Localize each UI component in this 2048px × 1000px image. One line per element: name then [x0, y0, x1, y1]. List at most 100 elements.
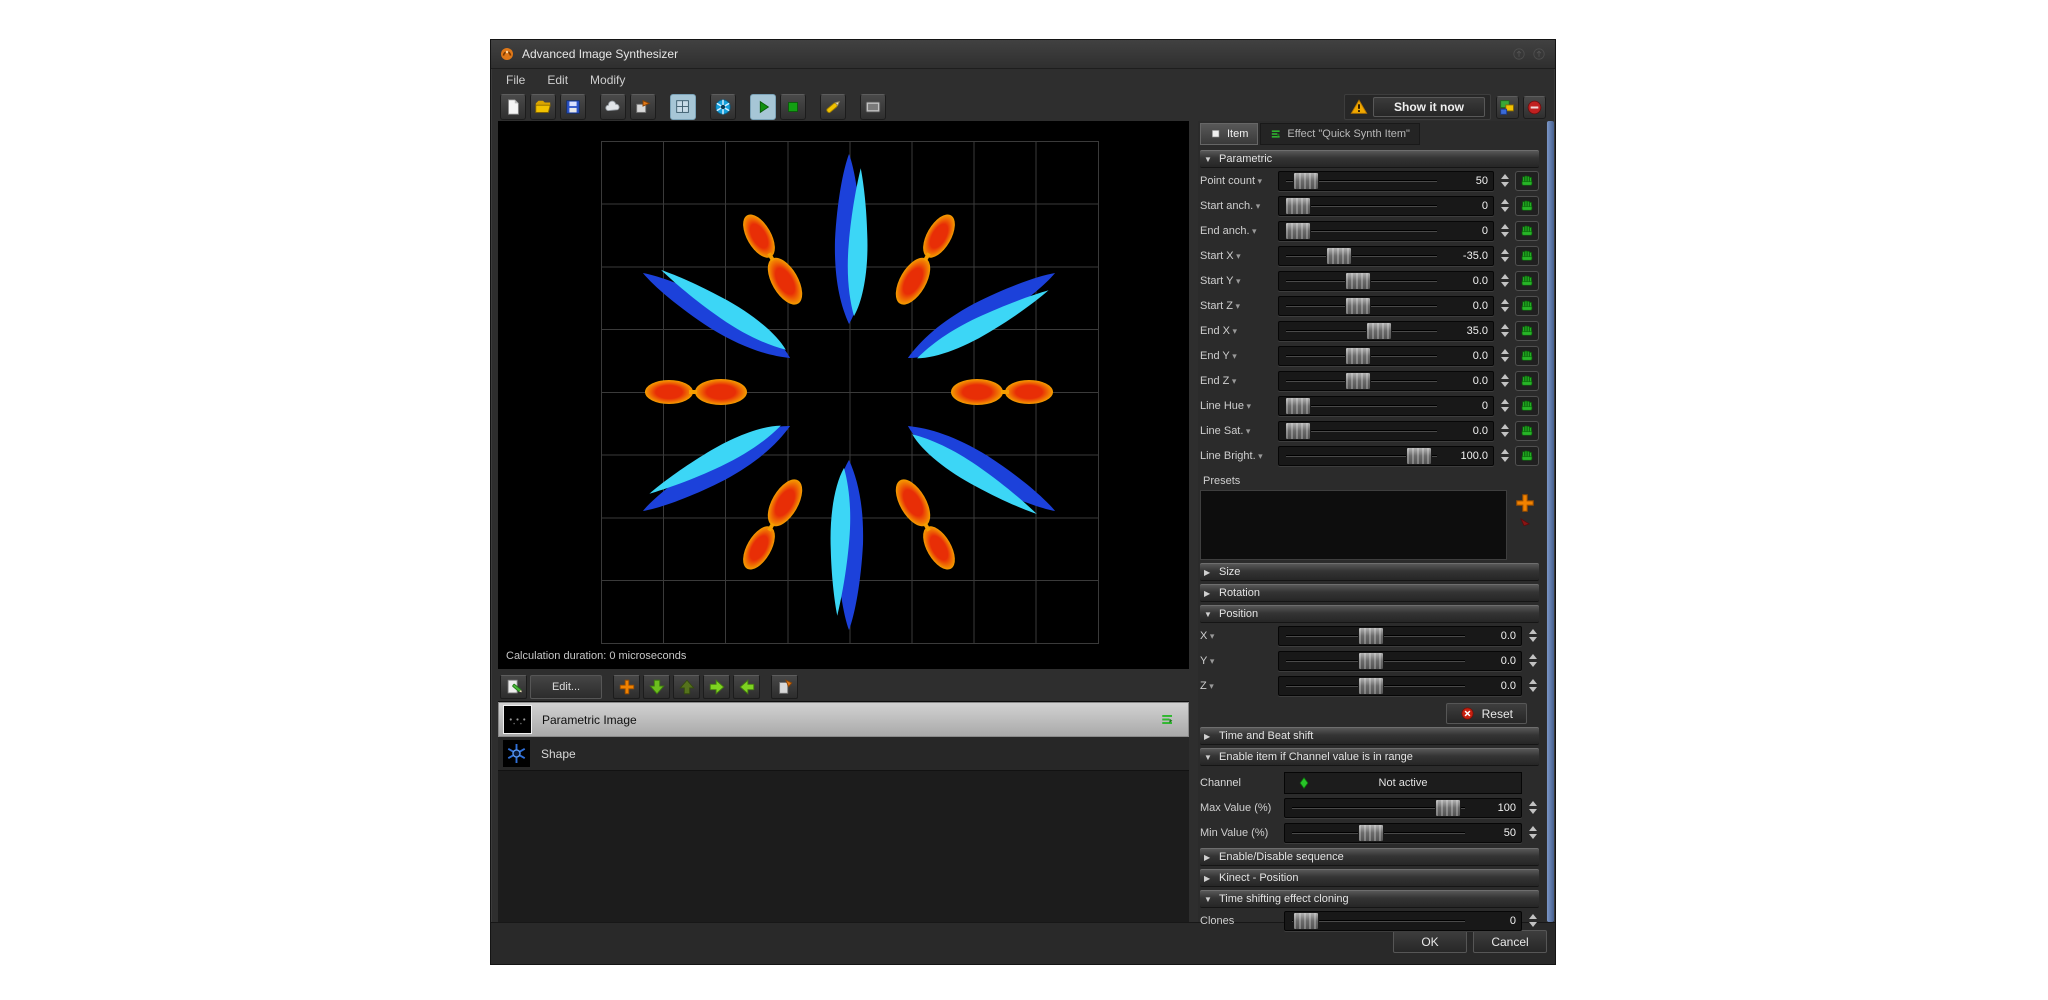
slider-handle[interactable]: [1345, 347, 1371, 365]
section-header-rotation[interactable]: ▶Rotation: [1200, 584, 1539, 602]
line-sat-label[interactable]: Line Sat.: [1200, 425, 1274, 437]
slider-handle[interactable]: [1293, 912, 1319, 930]
spinner-up-icon[interactable]: [1501, 174, 1509, 179]
end-z-value[interactable]: 0.0: [1444, 375, 1493, 387]
spinner-up-icon[interactable]: [1529, 801, 1537, 806]
section-header-position[interactable]: ▼Position: [1200, 605, 1539, 623]
reset-button[interactable]: Reset: [1446, 703, 1527, 724]
section-header-parametric[interactable]: ▼Parametric: [1200, 150, 1539, 168]
slider-handle[interactable]: [1366, 322, 1392, 340]
move-up-button[interactable]: [673, 675, 700, 699]
start-x-value[interactable]: -35.0: [1444, 250, 1493, 262]
section-header-enable-disable[interactable]: ▶Enable/Disable sequence: [1200, 848, 1539, 866]
screen-button[interactable]: [860, 94, 886, 120]
spinner-down-icon[interactable]: [1501, 357, 1509, 362]
value-spinner[interactable]: [1526, 654, 1539, 667]
menu-modify[interactable]: Modify: [579, 71, 636, 89]
slider-track[interactable]: [1279, 447, 1444, 465]
spinner-down-icon[interactable]: [1501, 232, 1509, 237]
value-spinner[interactable]: [1498, 249, 1511, 262]
spinner-down-icon[interactable]: [1529, 922, 1537, 927]
value-spinner[interactable]: [1526, 826, 1539, 839]
end-anch-slider[interactable]: 0: [1278, 221, 1494, 241]
spinner-down-icon[interactable]: [1501, 307, 1509, 312]
value-spinner[interactable]: [1498, 399, 1511, 412]
cancel-button[interactable]: Cancel: [1473, 930, 1547, 953]
spinner-up-icon[interactable]: [1501, 324, 1509, 329]
slider-handle[interactable]: [1358, 627, 1384, 645]
spinner-up-icon[interactable]: [1501, 299, 1509, 304]
z-value[interactable]: 0.0: [1472, 680, 1521, 692]
slider-track[interactable]: [1279, 422, 1444, 440]
title-bar[interactable]: Advanced Image Synthesizer: [491, 40, 1555, 69]
grid-view-button[interactable]: [670, 94, 696, 120]
end-x-value[interactable]: 35.0: [1444, 325, 1493, 337]
value-spinner[interactable]: [1498, 324, 1511, 337]
live-control-button[interactable]: [1515, 421, 1539, 441]
slider-track[interactable]: [1279, 172, 1444, 190]
menu-edit[interactable]: Edit: [536, 71, 579, 89]
y-slider[interactable]: 0.0: [1278, 651, 1522, 671]
live-control-button[interactable]: [1515, 371, 1539, 391]
add-button[interactable]: [613, 675, 640, 699]
line-sat-value[interactable]: 0.0: [1444, 425, 1493, 437]
z-label[interactable]: Z: [1200, 680, 1274, 692]
start-z-label[interactable]: Start Z: [1200, 300, 1274, 312]
slider-track[interactable]: [1285, 824, 1472, 842]
max-value-slider[interactable]: 100: [1284, 798, 1522, 818]
preset-arrow-icon[interactable]: [1518, 516, 1533, 531]
tab-item[interactable]: Item: [1200, 123, 1258, 145]
spinner-up-icon[interactable]: [1529, 629, 1537, 634]
value-spinner[interactable]: [1498, 199, 1511, 212]
spinner-up-icon[interactable]: [1501, 424, 1509, 429]
slider-track[interactable]: [1285, 799, 1472, 817]
slider-handle[interactable]: [1326, 247, 1352, 265]
line-bright-slider[interactable]: 100.0: [1278, 446, 1494, 466]
live-control-button[interactable]: [1515, 171, 1539, 191]
end-z-label[interactable]: End Z: [1200, 375, 1274, 387]
end-anch-label[interactable]: End anch.: [1200, 225, 1274, 237]
slider-track[interactable]: [1279, 322, 1444, 340]
spinner-down-icon[interactable]: [1501, 282, 1509, 287]
section-header-kinect[interactable]: ▶Kinect - Position: [1200, 869, 1539, 887]
start-anch-slider[interactable]: 0: [1278, 196, 1494, 216]
brush-button[interactable]: [820, 94, 846, 120]
spinner-up-icon[interactable]: [1501, 249, 1509, 254]
live-control-button[interactable]: [1515, 346, 1539, 366]
live-control-button[interactable]: [1515, 446, 1539, 466]
play-button[interactable]: [750, 94, 776, 120]
value-spinner[interactable]: [1498, 449, 1511, 462]
start-y-label[interactable]: Start Y: [1200, 275, 1274, 287]
list-item-parametric-image[interactable]: Parametric Image: [498, 702, 1189, 737]
slider-handle[interactable]: [1406, 447, 1432, 465]
slider-track[interactable]: [1279, 372, 1444, 390]
section-header-time-beat[interactable]: ▶Time and Beat shift: [1200, 727, 1539, 745]
menu-file[interactable]: File: [495, 71, 536, 89]
live-control-button[interactable]: [1515, 321, 1539, 341]
clones-value[interactable]: 0: [1472, 915, 1521, 927]
y-label[interactable]: Y: [1200, 655, 1274, 667]
spinner-down-icon[interactable]: [1501, 257, 1509, 262]
spinner-down-icon[interactable]: [1529, 637, 1537, 642]
spinner-up-icon[interactable]: [1501, 399, 1509, 404]
live-control-button[interactable]: [1515, 221, 1539, 241]
spinner-down-icon[interactable]: [1501, 432, 1509, 437]
section-header-cloning[interactable]: ▼Time shifting effect cloning: [1200, 890, 1539, 908]
line-hue-label[interactable]: Line Hue: [1200, 400, 1274, 412]
window-pin-icon[interactable]: [1531, 46, 1547, 62]
spinner-down-icon[interactable]: [1529, 834, 1537, 839]
save-button[interactable]: [560, 94, 586, 120]
slider-track[interactable]: [1279, 247, 1444, 265]
value-spinner[interactable]: [1498, 274, 1511, 287]
start-y-value[interactable]: 0.0: [1444, 275, 1493, 287]
end-z-slider[interactable]: 0.0: [1278, 371, 1494, 391]
slider-handle[interactable]: [1358, 652, 1384, 670]
remove-button[interactable]: [1523, 96, 1546, 119]
tab-effect-quick-synth-item[interactable]: Effect "Quick Synth Item": [1260, 123, 1420, 145]
value-spinner[interactable]: [1526, 679, 1539, 692]
slider-track[interactable]: [1279, 297, 1444, 315]
point-count-slider[interactable]: 50: [1278, 171, 1494, 191]
clones-slider[interactable]: 0: [1284, 911, 1522, 931]
edit-button[interactable]: Edit...: [530, 675, 602, 699]
move-left-button[interactable]: [733, 675, 760, 699]
